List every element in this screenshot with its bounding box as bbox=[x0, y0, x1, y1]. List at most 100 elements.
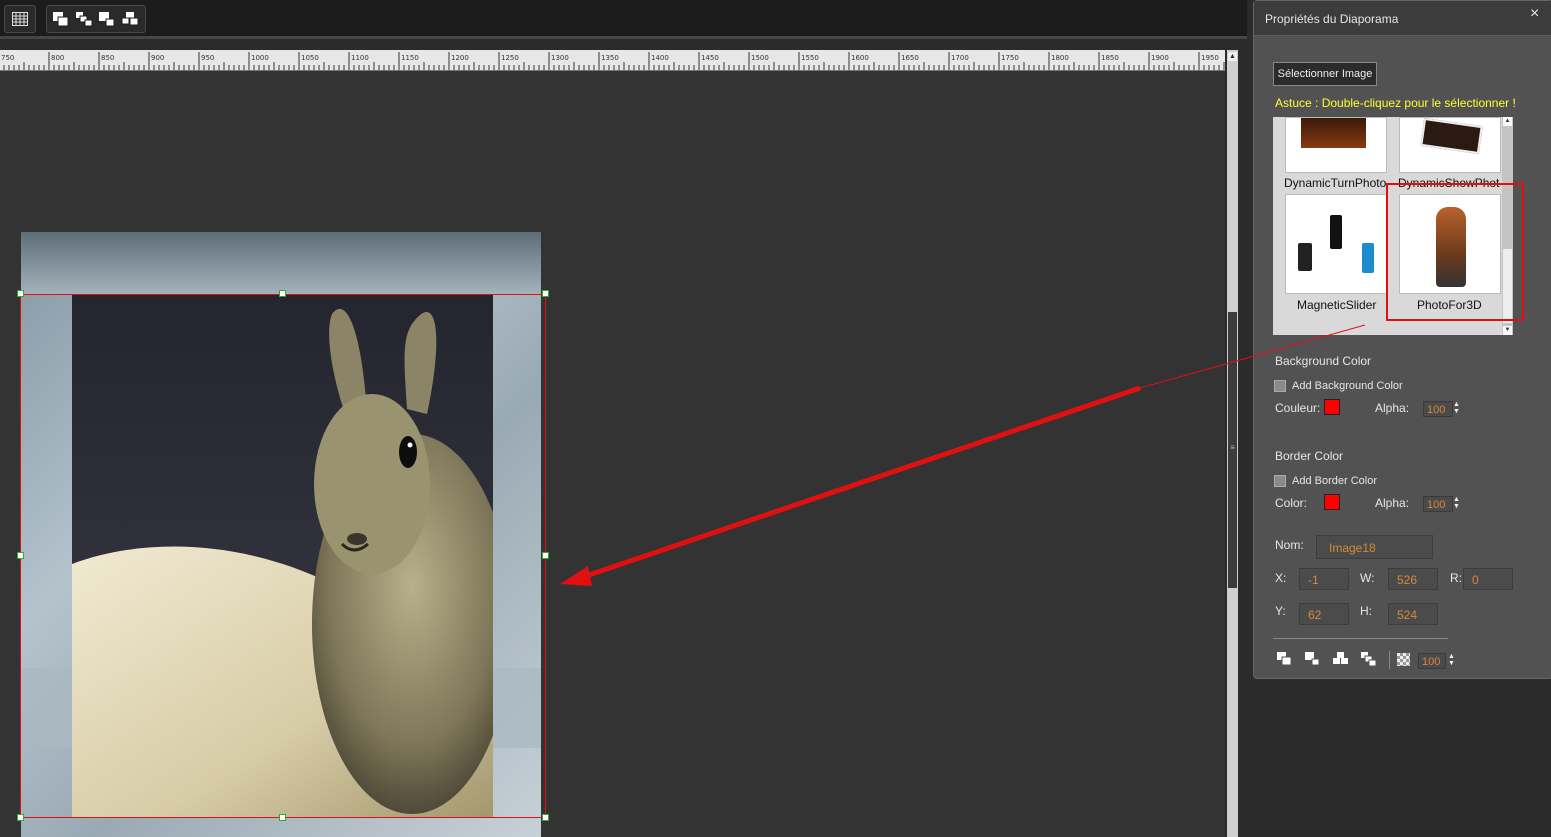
scroll-up-arrow-icon[interactable]: ▲ bbox=[1228, 52, 1237, 61]
name-label: Nom: bbox=[1275, 538, 1304, 552]
opacity-input[interactable]: 100 bbox=[1418, 653, 1446, 669]
gallery-item-magneticslider[interactable] bbox=[1285, 194, 1387, 294]
border-alpha-input[interactable]: 100 bbox=[1423, 496, 1453, 512]
properties-panel: Propriétés du Diaporama × Sélectionner I… bbox=[1253, 0, 1551, 679]
ruler-label: 1350 bbox=[601, 54, 619, 62]
divider bbox=[1389, 651, 1390, 669]
ruler-label: 1150 bbox=[401, 54, 419, 62]
background-alpha-label: Alpha: bbox=[1375, 401, 1410, 415]
ruler-label: 1600 bbox=[851, 54, 869, 62]
ruler-label: 1100 bbox=[351, 54, 369, 62]
background-color-heading: Background Color bbox=[1275, 354, 1372, 368]
vertical-scrollbar[interactable]: ▲ ≡ bbox=[1227, 50, 1238, 837]
scroll-up-arrow-icon[interactable]: ▲ bbox=[1503, 117, 1512, 126]
ruler-label: 1200 bbox=[451, 54, 469, 62]
h-input[interactable]: 524 bbox=[1388, 603, 1438, 625]
background-alpha-input[interactable]: 100 bbox=[1423, 401, 1453, 417]
h-label: H: bbox=[1360, 604, 1372, 618]
add-border-color-label: Add Border Color bbox=[1292, 475, 1377, 487]
phone-thumbnail bbox=[1362, 243, 1374, 273]
resize-handle-bottom[interactable] bbox=[279, 814, 286, 821]
ruler-label: 1650 bbox=[901, 54, 919, 62]
send-backward-icon[interactable] bbox=[1332, 651, 1350, 667]
alpha-stepper-icon[interactable]: ▲ ▼ bbox=[1453, 401, 1460, 415]
border-color-swatch[interactable] bbox=[1324, 494, 1340, 510]
horizontal-ruler: 750 800 850 900 950 1000 1050 1100 1150 1200 1250 1… bbox=[0, 50, 1225, 71]
dynamicturnphoto-thumbnail bbox=[1301, 118, 1366, 148]
divider bbox=[1273, 638, 1448, 639]
ruler-label: 950 bbox=[201, 54, 214, 62]
bring-forward-icon[interactable] bbox=[1304, 651, 1322, 667]
r-label: R: bbox=[1450, 571, 1462, 585]
gallery-item-dynamicshowphoto[interactable] bbox=[1399, 117, 1501, 173]
ruler-label: 1700 bbox=[951, 54, 969, 62]
ruler-label: 1300 bbox=[551, 54, 569, 62]
scroll-down-arrow-icon[interactable]: ▼ bbox=[1503, 326, 1512, 335]
ruler-label: 1900 bbox=[1151, 54, 1169, 62]
add-background-color-checkbox[interactable] bbox=[1274, 380, 1286, 392]
name-input[interactable]: Image18 bbox=[1316, 535, 1433, 559]
select-image-button[interactable]: Sélectionner Image bbox=[1273, 62, 1377, 86]
selected-item-highlight bbox=[1386, 183, 1524, 321]
background-color-label: Couleur: bbox=[1275, 401, 1321, 415]
transparency-icon bbox=[1397, 653, 1410, 666]
opacity-stepper-icon[interactable]: ▲ ▼ bbox=[1448, 653, 1455, 667]
ruler-label: 1400 bbox=[651, 54, 669, 62]
w-input[interactable]: 526 bbox=[1388, 568, 1438, 590]
gallery-caption: DynamicTurnPhoto bbox=[1284, 176, 1387, 190]
resize-handle-top-left[interactable] bbox=[17, 290, 24, 297]
x-label: X: bbox=[1275, 571, 1287, 585]
resize-handle-top-right[interactable] bbox=[542, 290, 549, 297]
arrange-group bbox=[46, 5, 146, 33]
background-color-swatch[interactable] bbox=[1324, 399, 1340, 415]
ruler-label: 1450 bbox=[701, 54, 719, 62]
grid-toggle-group bbox=[4, 5, 36, 33]
dynamicshowphoto-thumbnail bbox=[1420, 118, 1483, 154]
y-label: Y: bbox=[1275, 604, 1286, 618]
ruler-label: 1550 bbox=[801, 54, 819, 62]
border-alpha-label: Alpha: bbox=[1375, 496, 1410, 510]
grip-icon: ≡ bbox=[1230, 443, 1235, 452]
send-to-back-icon[interactable] bbox=[120, 9, 140, 29]
send-backward-icon[interactable] bbox=[97, 9, 117, 29]
panel-header: Propriétés du Diaporama × bbox=[1254, 1, 1551, 36]
tip-text: Astuce : Double-cliquez pour le sélectio… bbox=[1275, 96, 1516, 110]
ruler-label: 900 bbox=[151, 54, 164, 62]
selection-frame[interactable] bbox=[20, 294, 546, 818]
resize-handle-left[interactable] bbox=[17, 552, 24, 559]
ruler-label: 1500 bbox=[751, 54, 769, 62]
ruler-label: 1000 bbox=[251, 54, 269, 62]
bring-to-front-icon[interactable] bbox=[1276, 651, 1294, 667]
send-to-back-icon[interactable] bbox=[1360, 651, 1378, 667]
ruler-ticks: 750 800 850 900 950 1000 1050 1100 1150 1200 1250 1… bbox=[1, 52, 1225, 70]
ruler-label: 1850 bbox=[1101, 54, 1119, 62]
bring-to-front-icon[interactable] bbox=[51, 9, 71, 29]
ruler-label: 1950 bbox=[1201, 54, 1219, 62]
resize-handle-right[interactable] bbox=[542, 552, 549, 559]
gallery-item-dynamicturnphoto[interactable] bbox=[1285, 117, 1387, 173]
ruler-label: 800 bbox=[51, 54, 64, 62]
canvas-stage[interactable] bbox=[0, 71, 1225, 837]
ruler-label: 750 bbox=[1, 54, 14, 62]
ruler-label: 1800 bbox=[1051, 54, 1069, 62]
panel-title: Propriétés du Diaporama bbox=[1265, 12, 1399, 26]
x-input[interactable]: -1 bbox=[1299, 568, 1349, 590]
y-input[interactable]: 62 bbox=[1299, 603, 1349, 625]
w-label: W: bbox=[1360, 571, 1375, 585]
resize-handle-top[interactable] bbox=[279, 290, 286, 297]
ruler-label: 850 bbox=[101, 54, 114, 62]
gallery-caption: MagneticSlider bbox=[1297, 298, 1377, 312]
add-border-color-checkbox[interactable] bbox=[1274, 475, 1286, 487]
phone-thumbnail bbox=[1330, 215, 1342, 249]
resize-handle-bottom-left[interactable] bbox=[17, 814, 24, 821]
close-icon[interactable]: × bbox=[1530, 5, 1539, 23]
border-color-label: Color: bbox=[1275, 496, 1308, 510]
phone-thumbnail bbox=[1298, 243, 1312, 271]
alpha-stepper-icon[interactable]: ▲ ▼ bbox=[1453, 496, 1460, 510]
border-color-heading: Border Color bbox=[1275, 449, 1344, 463]
grid-icon[interactable] bbox=[10, 9, 30, 29]
ruler-label: 1250 bbox=[501, 54, 519, 62]
r-input[interactable]: 0 bbox=[1463, 568, 1513, 590]
bring-forward-icon[interactable] bbox=[74, 9, 94, 29]
resize-handle-bottom-right[interactable] bbox=[542, 814, 549, 821]
